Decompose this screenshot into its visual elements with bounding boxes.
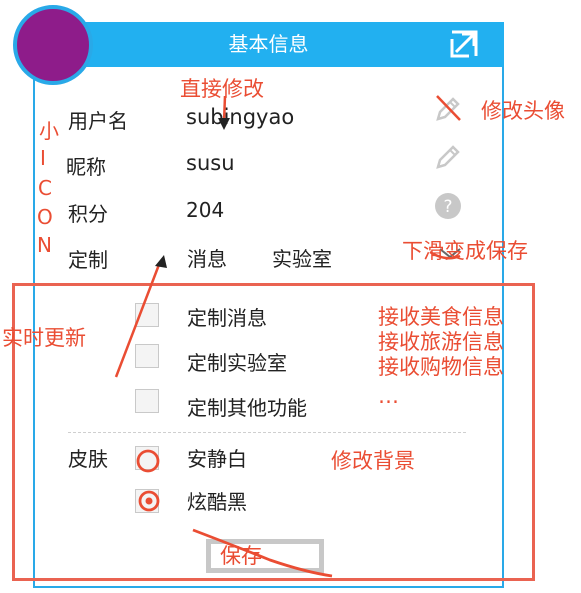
nickname-value[interactable]: susu: [186, 151, 235, 175]
annotation-small-icon-letter: O: [37, 205, 53, 229]
svg-text:?: ?: [443, 197, 452, 217]
expand-icon[interactable]: [449, 29, 479, 59]
nickname-label: 昵称: [66, 155, 106, 179]
username-value[interactable]: subingyao: [186, 105, 294, 129]
username-label: 用户名: [68, 109, 128, 133]
annotation-small-icon-letter: I: [40, 146, 46, 170]
annotation-slide-to-save: 下滑变成保存: [402, 239, 528, 263]
annotation-receive-shopping: 接收购物信息: [378, 355, 504, 379]
points-label: 积分: [68, 202, 108, 226]
custom-label: 定制: [68, 248, 108, 272]
page-title: 基本信息: [228, 32, 309, 56]
tab-lab[interactable]: 实验室: [272, 243, 332, 272]
points-value: 204: [186, 198, 225, 222]
annotation-ellipsis: …: [378, 384, 399, 408]
pencil-icon[interactable]: [434, 143, 462, 171]
annotation-small-icon-letter: 小: [39, 119, 59, 143]
pencil-icon[interactable]: [434, 95, 462, 123]
annotation-edit-avatar: 修改头像: [481, 99, 565, 123]
annotation-change-background: 修改背景: [331, 449, 415, 473]
annotation-small-icon-letter: C: [38, 176, 52, 200]
annotation-realtime-update: 实时更新: [2, 326, 86, 350]
avatar[interactable]: [13, 5, 93, 85]
help-icon[interactable]: ?: [434, 192, 462, 220]
annotation-direct-edit: 直接修改: [180, 77, 264, 101]
tab-messages[interactable]: 消息: [187, 243, 227, 272]
annotation-small-icon-letter: N: [37, 233, 52, 257]
